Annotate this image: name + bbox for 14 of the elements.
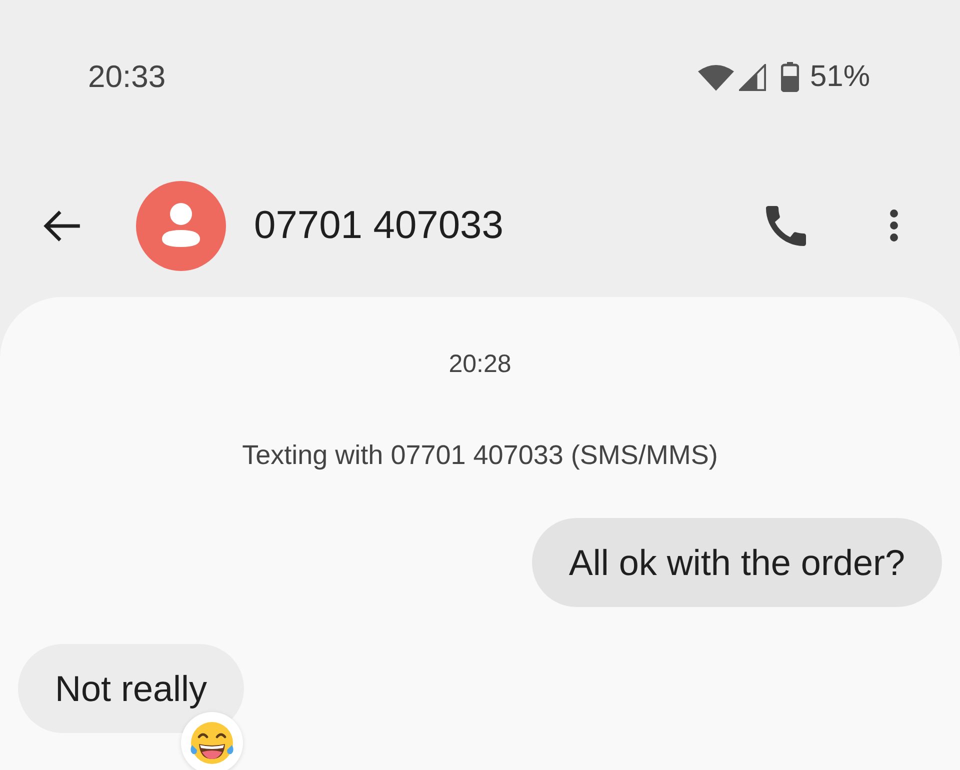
conversation-info: Texting with 07701 407033 (SMS/MMS): [242, 440, 718, 470]
message-bubble: All ok with the order?: [532, 518, 942, 607]
contact-avatar-icon[interactable]: [136, 180, 226, 270]
menu-icon: [888, 207, 900, 244]
message-bubble: Not really: [18, 644, 244, 733]
contact-number: 07701 407033: [254, 204, 504, 248]
wifi-icon: [698, 64, 734, 90]
phone-icon: [766, 206, 806, 246]
signal-icon: [738, 64, 766, 90]
back-arrow-icon: [43, 210, 81, 242]
status-time: 20:33: [88, 59, 166, 95]
battery-percentage: 51%: [810, 60, 870, 94]
battery-icon: [780, 62, 799, 92]
message-timestamp: 20:28: [448, 349, 512, 379]
